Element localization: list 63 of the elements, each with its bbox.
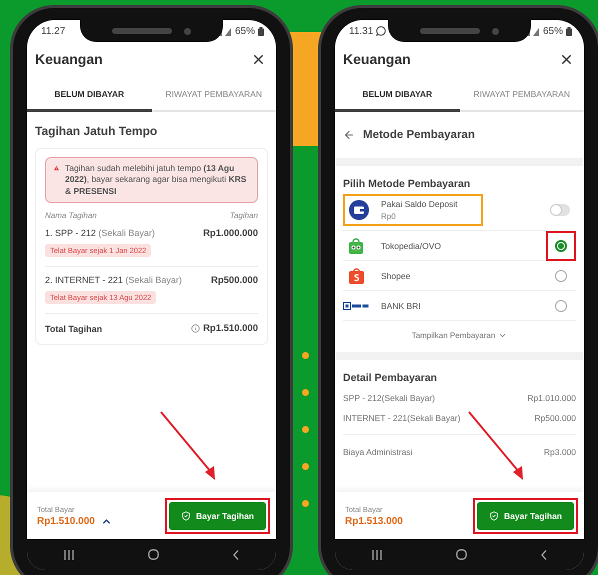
recent-apps-icon[interactable] bbox=[372, 550, 382, 560]
home-icon[interactable] bbox=[456, 549, 467, 560]
shopping-bag-logo-icon bbox=[348, 268, 364, 284]
detail-label: SPP - 212(Sekali Bayar) bbox=[343, 393, 435, 403]
status-time: 11.27 bbox=[41, 26, 66, 36]
wallet-icon bbox=[349, 200, 369, 220]
shield-check-icon bbox=[181, 510, 192, 520]
back-icon[interactable] bbox=[233, 550, 239, 560]
payment-method-row[interactable]: Tokopedia/OVO bbox=[343, 231, 576, 261]
method-name: Tokopedia/OVO bbox=[381, 240, 442, 250]
decor-dot bbox=[302, 389, 309, 396]
warning-icon bbox=[54, 163, 59, 173]
method-name: Shopee bbox=[381, 270, 410, 280]
column-header: Tagihan bbox=[230, 211, 258, 220]
status-time: 11.31 bbox=[349, 26, 374, 36]
back-arrow-icon[interactable] bbox=[343, 129, 355, 141]
section-title: Tagihan Jatuh Tempo bbox=[34, 123, 158, 140]
method-name: BANK BRI bbox=[381, 300, 421, 310]
total-label: Total Tagihan bbox=[45, 324, 102, 334]
pay-button[interactable]: Bayar Tagihan bbox=[477, 502, 574, 530]
bank-logo-icon bbox=[343, 302, 369, 310]
detail-label: INTERNET - 221(Sekali Bayar) bbox=[343, 413, 460, 423]
alert-text: Tagihan sudah melebihi jatuh tempo (13 Agu 2022), bayar sekarang agar bisa mengikuti KRS & PRESENSI bbox=[64, 163, 248, 198]
bill-name: 1. SPP - 212 (Sekali Bayar) bbox=[45, 228, 155, 240]
bag-logo-icon bbox=[348, 238, 364, 254]
detail-amount: Rp500.000 bbox=[534, 413, 576, 423]
decor-dot bbox=[302, 352, 309, 359]
decor-dot bbox=[302, 500, 309, 507]
chat-icon bbox=[376, 26, 386, 36]
pay-button[interactable]: Bayar Tagihan bbox=[169, 502, 266, 530]
decor-dot bbox=[302, 463, 309, 470]
radio-button[interactable] bbox=[555, 270, 567, 282]
home-icon[interactable] bbox=[148, 549, 159, 560]
radio-button[interactable] bbox=[555, 240, 567, 252]
total-pay-amount: Rp1.513.000 bbox=[345, 516, 403, 526]
back-icon[interactable] bbox=[541, 550, 547, 560]
detail-amount: Rp1.010.000 bbox=[527, 393, 576, 403]
radio-button[interactable] bbox=[555, 300, 567, 312]
battery-percent: 65% bbox=[234, 26, 255, 36]
column-header: Nama Tagihan bbox=[45, 211, 97, 220]
decor-dot bbox=[302, 426, 309, 433]
deposit-label: Pakai Saldo Deposit bbox=[381, 199, 458, 209]
bill-amount: Rp500.000 bbox=[210, 275, 258, 286]
battery-percent: 65% bbox=[542, 26, 563, 36]
section-title: Pilih Metode Pembayaran bbox=[343, 177, 472, 192]
battery-icon bbox=[258, 26, 264, 36]
total-amount: Rp1.510.000 bbox=[203, 323, 258, 334]
app-title: Keuangan bbox=[343, 51, 411, 67]
deposit-toggle[interactable] bbox=[550, 204, 570, 216]
bill-amount: Rp1.000.000 bbox=[203, 228, 258, 240]
bill-name: 2. INTERNET - 221 (Sekali Bayar) bbox=[45, 275, 182, 286]
page-title: Metode Pembayaran bbox=[363, 129, 475, 141]
section-title: Detail Pembayaran bbox=[343, 371, 438, 386]
recent-apps-icon[interactable] bbox=[64, 550, 74, 560]
deposit-balance: Rp0 bbox=[381, 212, 397, 221]
total-pay-amount: Rp1.510.000 bbox=[37, 516, 95, 526]
chevron-down-icon bbox=[498, 331, 508, 340]
app-title: Keuangan bbox=[35, 51, 103, 67]
shield-check-icon bbox=[489, 510, 500, 520]
fee-label: Biaya Administrasi bbox=[343, 447, 412, 457]
fee-amount: Rp3.000 bbox=[544, 447, 576, 457]
info-icon[interactable] bbox=[191, 324, 200, 334]
battery-icon bbox=[566, 26, 572, 36]
